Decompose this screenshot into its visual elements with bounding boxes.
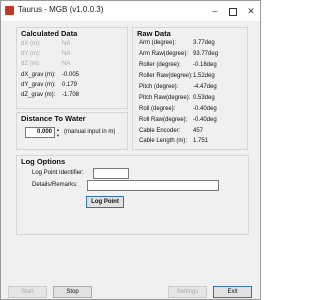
dy-grav-label: dY_grav (m):: [21, 82, 56, 88]
distance-hint: (manual input in m): [64, 129, 116, 135]
spin-up-icon[interactable]: ▲: [55, 127, 61, 132]
details-remarks-input[interactable]: [87, 180, 219, 191]
maximize-icon[interactable]: [224, 1, 242, 21]
roll-raw-value: -0.40deg: [193, 117, 217, 123]
pitch-label: Pitch (degree):: [139, 84, 179, 90]
log-point-identifier-input[interactable]: [93, 168, 129, 179]
roller-label: Roller (degree):: [139, 62, 181, 68]
main-window: Taurus - MGB (v1.0.0.3) – ✕ Calculated D…: [0, 0, 261, 300]
taurus-app-icon: [5, 6, 14, 15]
roll-value: -0.40deg: [193, 106, 217, 112]
log-point-button[interactable]: Log Point: [86, 196, 124, 208]
dy-grav-value: 0.179: [62, 82, 78, 88]
distance-spinner[interactable]: ▲ ▼: [55, 127, 61, 138]
calculated-data-group: Calculated Data dX (m): NA dY (m): NA dZ…: [16, 27, 128, 109]
roller-raw-label: Roller Raw(degree):: [139, 73, 193, 79]
distance-to-water-title: Distance To Water: [21, 114, 86, 123]
spin-down-icon[interactable]: ▼: [55, 133, 61, 138]
dx-value: NA: [62, 41, 71, 47]
pitch-raw-label: Pitch Raw(degree):: [139, 95, 191, 101]
details-remarks-label: Details/Remarks:: [32, 182, 78, 188]
dx-grav-value: -0.005: [62, 72, 80, 78]
dz-label: dZ (m):: [21, 61, 41, 67]
distance-input[interactable]: 0.000: [25, 127, 55, 138]
dz-grav-value: -1.708: [62, 92, 80, 98]
dy-value: NA: [62, 51, 71, 57]
dx-label: dX (m):: [21, 41, 41, 47]
window-title: Taurus - MGB (v1.0.0.3): [18, 5, 104, 14]
dx-grav-label: dX_grav (m):: [21, 72, 56, 78]
arm-raw-label: Arm Raw(degree):: [139, 51, 189, 57]
calculated-data-title: Calculated Data: [21, 29, 78, 38]
arm-raw-value: 93.77deg: [193, 51, 219, 57]
settings-button[interactable]: Settings: [168, 286, 207, 298]
roller-raw-value: 1.52deg: [193, 73, 215, 79]
dy-label: dY (m):: [21, 51, 41, 57]
title-bar[interactable]: Taurus - MGB (v1.0.0.3) – ✕: [1, 1, 260, 21]
dz-value: NA: [62, 61, 71, 67]
raw-data-title: Raw Data: [137, 29, 171, 38]
cable-encoder-label: Cable Encoder:: [139, 128, 181, 134]
distance-to-water-group: Distance To Water 0.000 ▲ ▼ (manual inpu…: [16, 112, 128, 150]
cable-encoder-value: 457: [193, 128, 204, 134]
start-button[interactable]: Start: [8, 286, 47, 298]
roll-label: Roll (degree):: [139, 106, 176, 112]
stop-button[interactable]: Stop: [53, 286, 92, 298]
minimize-icon[interactable]: –: [206, 1, 224, 21]
log-point-identifier-label: Log Point Identifier:: [32, 170, 84, 176]
log-options-title: Log Options: [21, 157, 66, 166]
raw-data-group: Raw Data Arm (degree): 3.77deg Arm Raw(d…: [132, 27, 248, 150]
exit-button[interactable]: Exit: [213, 286, 252, 298]
pitch-value: -4.47deg: [193, 84, 217, 90]
pitch-raw-value: 0.53deg: [193, 95, 215, 101]
roller-value: -0.18deg: [193, 62, 217, 68]
arm-value: 3.77deg: [193, 40, 215, 46]
roll-raw-label: Roll Raw(degree):: [139, 117, 188, 123]
log-options-group: Log Options Log Point Identifier: Detail…: [16, 155, 249, 235]
arm-label: Arm (degree):: [139, 40, 177, 46]
close-icon[interactable]: ✕: [242, 1, 260, 21]
dz-grav-label: dZ_grav (m):: [21, 92, 56, 98]
cable-length-label: Cable Length (m):: [139, 138, 188, 144]
cable-length-value: 1.751: [193, 138, 209, 144]
